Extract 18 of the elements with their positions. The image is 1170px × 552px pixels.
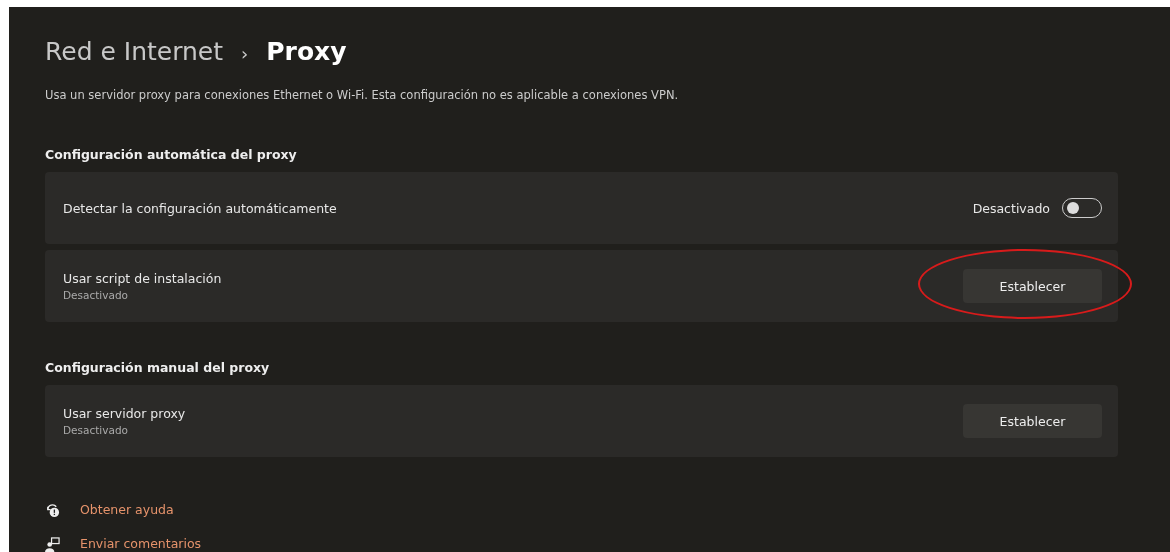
section-title: Configuración automática del proxy: [45, 147, 298, 163]
help-link[interactable]: Enviar comentarios: [80, 535, 202, 552]
page-title: Proxy: [266, 37, 347, 67]
setting-status: Desactivado: [63, 289, 129, 301]
setting-status: Desactivado: [63, 424, 129, 436]
set-button[interactable]: Establecer: [963, 404, 1102, 438]
help-link[interactable]: Obtener ayuda: [80, 501, 174, 519]
set-button[interactable]: Establecer: [963, 269, 1102, 303]
feedback-icon: [45, 536, 60, 552]
setting-label: Detectar la configuración automáticamente: [63, 200, 337, 216]
setting-label: Usar servidor proxy: [63, 406, 186, 421]
breadcrumb-separator: ›: [241, 42, 249, 66]
help-icon: [45, 502, 60, 518]
toggle-state: Desactivado: [972, 200, 1050, 216]
breadcrumb-link[interactable]: Red e Internet: [45, 37, 224, 67]
setting-label: Usar script de instalación: [63, 271, 222, 286]
section-title: Configuración manual del proxy: [45, 360, 271, 376]
description: Usa un servidor proxy para conexiones Ethernet o Wi-Fi. Esta configuración no es aplicable a conexiones VPN.: [45, 87, 680, 103]
